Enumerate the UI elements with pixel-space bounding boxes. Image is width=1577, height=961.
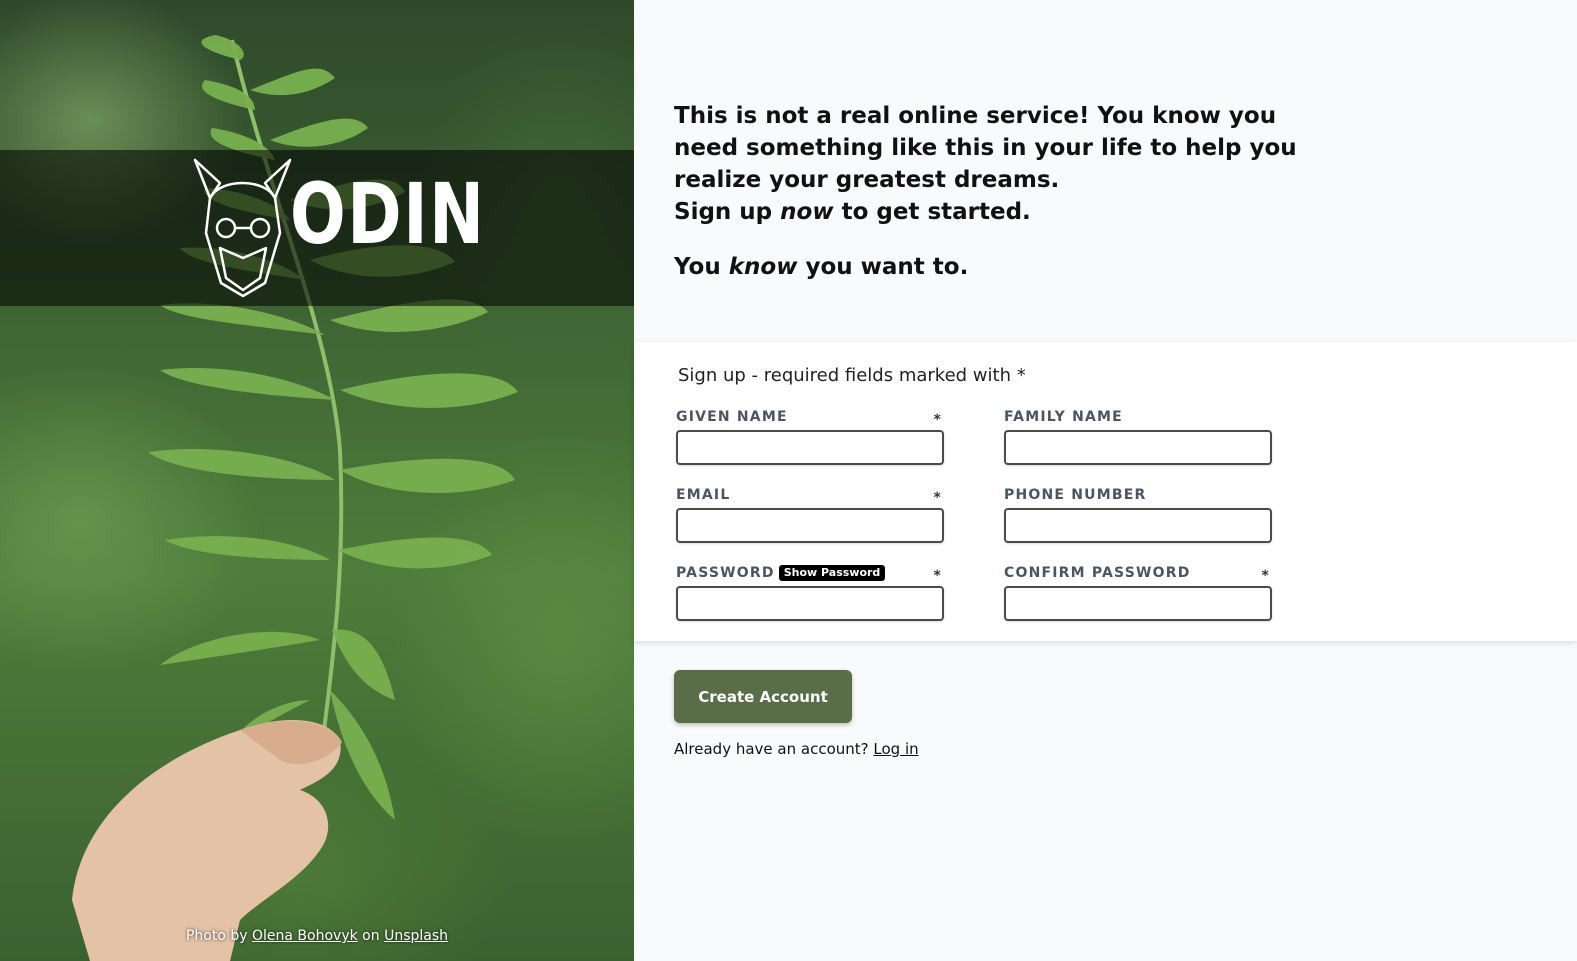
confirm-password-group: CONFIRM PASSWORD * — [1004, 564, 1272, 621]
email-group: EMAIL * — [676, 486, 944, 543]
know-pre: You — [674, 254, 729, 280]
required-mark: * — [1261, 568, 1270, 584]
know-emphasis: know — [728, 254, 798, 280]
form-title: Sign up - required fields marked with * — [678, 365, 1026, 386]
intro-signup: Sign up now to get started. — [674, 196, 1314, 228]
signup-post: to get started. — [833, 199, 1031, 225]
given-name-input[interactable] — [676, 430, 944, 465]
show-password-button[interactable]: Show Password — [778, 565, 886, 581]
email-input[interactable] — [676, 508, 944, 543]
family-name-input[interactable] — [1004, 430, 1272, 465]
signup-emphasis: now — [780, 199, 834, 225]
login-prompt-text: Already have an account? — [674, 740, 869, 758]
login-prompt: Already have an account? Log in — [674, 740, 919, 758]
confirm-password-label: CONFIRM PASSWORD * — [1004, 564, 1272, 586]
family-name-group: FAMILY NAME — [1004, 408, 1272, 465]
hero-panel: ODIN Photo by Olena Bohovyk on Unsplash — [0, 0, 634, 961]
email-label-text: EMAIL — [676, 487, 731, 503]
create-account-button[interactable]: Create Account — [674, 670, 852, 723]
intro-know: You know you want to. — [674, 251, 1314, 283]
confirm-password-label-text: CONFIRM PASSWORD — [1004, 565, 1191, 581]
family-name-label-text: FAMILY NAME — [1004, 409, 1123, 425]
credit-middle: on — [362, 928, 380, 944]
know-post: you want to. — [797, 254, 969, 280]
email-label: EMAIL * — [676, 486, 944, 508]
password-label-text: PASSWORD — [676, 565, 775, 581]
intro-text: This is not a real online service! You k… — [674, 100, 1314, 283]
password-group: PASSWORD Show Password * — [676, 564, 944, 621]
credit-author-link[interactable]: Olena Bohovyk — [252, 928, 358, 944]
viking-logo-icon — [193, 158, 292, 298]
signup-pre: Sign up — [674, 199, 781, 225]
login-link[interactable]: Log in — [873, 740, 918, 758]
required-mark: * — [933, 490, 942, 506]
phone-input[interactable] — [1004, 508, 1272, 543]
photo-credit: Photo by Olena Bohovyk on Unsplash — [0, 928, 634, 944]
given-name-group: GIVEN NAME * — [676, 408, 944, 465]
fern-photo — [72, 35, 518, 961]
phone-label: PHONE NUMBER — [1004, 486, 1272, 508]
credit-site-link[interactable]: Unsplash — [384, 928, 448, 944]
given-name-label: GIVEN NAME * — [676, 408, 944, 430]
required-mark: * — [933, 412, 942, 428]
confirm-password-input[interactable] — [1004, 586, 1272, 621]
odin-logo-text: ODIN — [290, 165, 486, 263]
password-label: PASSWORD Show Password * — [676, 564, 944, 586]
phone-group: PHONE NUMBER — [1004, 486, 1272, 543]
password-input[interactable] — [676, 586, 944, 621]
family-name-label: FAMILY NAME — [1004, 408, 1272, 430]
intro-line: This is not a real online service! You k… — [674, 103, 1297, 193]
required-mark: * — [933, 568, 942, 584]
credit-prefix: Photo by — [185, 928, 248, 944]
phone-label-text: PHONE NUMBER — [1004, 487, 1147, 503]
given-name-label-text: GIVEN NAME — [676, 409, 788, 425]
